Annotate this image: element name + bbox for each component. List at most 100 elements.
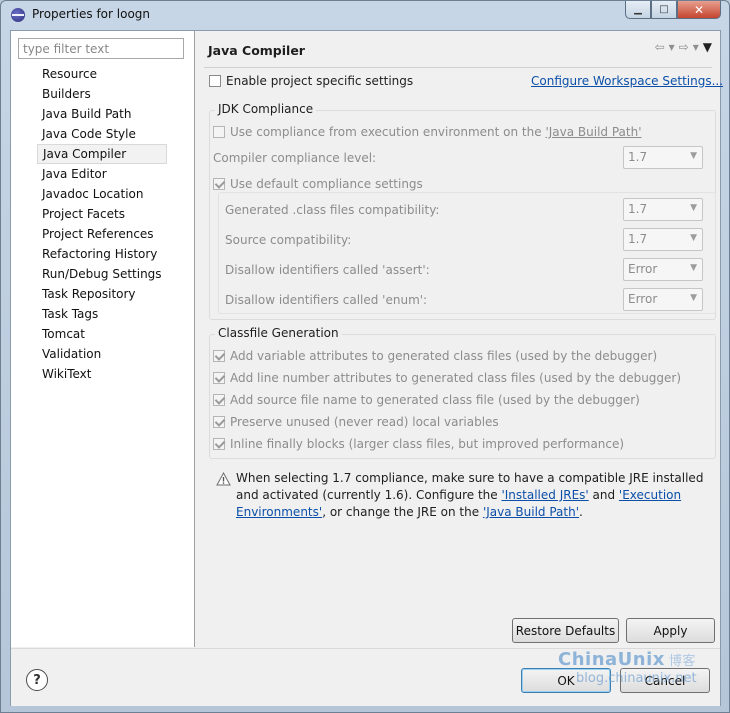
generated-compat-select[interactable]: 1.7 ▼ bbox=[623, 198, 703, 221]
configure-workspace-link[interactable]: Configure Workspace Settings... bbox=[531, 74, 723, 88]
source-compat-value: 1.7 bbox=[628, 232, 648, 246]
window-controls: ▁ □ ✕ bbox=[625, 1, 721, 19]
use-compliance-row[interactable]: Use compliance from execution environmen… bbox=[213, 125, 642, 139]
close-button[interactable]: ✕ bbox=[677, 1, 721, 19]
java-build-path-link[interactable]: 'Java Build Path' bbox=[483, 505, 579, 519]
enable-specific-label: Enable project specific settings bbox=[226, 74, 414, 88]
assert-value: Error bbox=[628, 262, 658, 276]
nav-item-refactoring-history[interactable]: Refactoring History bbox=[37, 244, 167, 264]
variable-attributes-checkbox[interactable] bbox=[213, 350, 225, 362]
generated-compat-value: 1.7 bbox=[628, 202, 648, 216]
nav-item-wikitext[interactable]: WikiText bbox=[37, 364, 167, 384]
close-icon: ✕ bbox=[693, 2, 705, 17]
forward-dropdown-icon[interactable]: ▾ bbox=[693, 40, 699, 54]
nav-item-java-build-path[interactable]: Java Build Path bbox=[37, 104, 167, 124]
nav-item-validation[interactable]: Validation bbox=[37, 344, 167, 364]
use-compliance-label: Use compliance from execution environmen… bbox=[230, 125, 546, 139]
apply-button[interactable]: Apply bbox=[626, 618, 715, 643]
chevron-down-icon: ▼ bbox=[690, 263, 697, 273]
nav-item-task-tags[interactable]: Task Tags bbox=[37, 304, 167, 324]
variable-attributes-label: Add variable attributes to generated cla… bbox=[230, 349, 658, 363]
maximize-icon: □ bbox=[659, 4, 669, 15]
minimize-button[interactable]: ▁ bbox=[625, 1, 651, 19]
nav-item-builders[interactable]: Builders bbox=[37, 84, 167, 104]
classfile-option-variable[interactable]: Add variable attributes to generated cla… bbox=[213, 349, 657, 363]
warning-text-4: . bbox=[579, 505, 583, 519]
enable-specific-checkbox[interactable] bbox=[209, 75, 221, 87]
cancel-button[interactable]: Cancel bbox=[620, 668, 710, 693]
nav-item-java-code-style[interactable]: Java Code Style bbox=[37, 124, 167, 144]
nav-item-java-editor[interactable]: Java Editor bbox=[37, 164, 167, 184]
maximize-button[interactable]: □ bbox=[651, 1, 677, 19]
compliance-level-select[interactable]: 1.7 ▼ bbox=[623, 146, 703, 169]
preserve-unused-checkbox[interactable] bbox=[213, 416, 225, 428]
dialog-client: Resource Builders Java Build Path Java C… bbox=[10, 30, 723, 706]
classfile-option-source-file[interactable]: Add source file name to generated class … bbox=[213, 393, 640, 407]
jdk-compliance-label: JDK Compliance bbox=[215, 102, 317, 116]
properties-dialog: Properties for loogn ▁ □ ✕ Resource Buil… bbox=[0, 0, 730, 713]
back-dropdown-icon[interactable]: ▾ bbox=[669, 40, 675, 54]
warning-text-3: , or change the JRE on the bbox=[322, 505, 483, 519]
assert-label: Disallow identifiers called 'assert': bbox=[225, 263, 430, 277]
nav-item-java-compiler[interactable]: Java Compiler bbox=[37, 144, 167, 164]
title-bar[interactable]: Properties for loogn ▁ □ ✕ bbox=[1, 1, 729, 29]
chevron-down-icon: ▼ bbox=[690, 233, 697, 243]
filter-input[interactable] bbox=[18, 38, 184, 59]
nav-item-task-repository[interactable]: Task Repository bbox=[37, 284, 167, 304]
use-default-row[interactable]: Use default compliance settings bbox=[213, 177, 423, 191]
preserve-unused-label: Preserve unused (never read) local varia… bbox=[230, 415, 499, 429]
enable-specific-row[interactable]: Enable project specific settings bbox=[209, 74, 413, 88]
nav-item-resource[interactable]: Resource bbox=[37, 64, 167, 84]
button-bar: ? OK Cancel bbox=[11, 648, 720, 706]
source-compat-label: Source compatibility: bbox=[225, 233, 352, 247]
compliance-warning: When selecting 1.7 compliance, make sure… bbox=[236, 470, 716, 521]
forward-arrow-icon[interactable]: ⇨ bbox=[679, 40, 689, 54]
nav-item-javadoc-location[interactable]: Javadoc Location bbox=[37, 184, 167, 204]
line-number-label: Add line number attributes to generated … bbox=[230, 371, 682, 385]
inline-finally-checkbox[interactable] bbox=[213, 438, 225, 450]
source-compat-select[interactable]: 1.7 ▼ bbox=[623, 228, 703, 251]
ok-button[interactable]: OK bbox=[521, 668, 611, 693]
restore-defaults-button[interactable]: Restore Defaults bbox=[512, 618, 619, 643]
source-file-label: Add source file name to generated class … bbox=[230, 393, 640, 407]
window-title: Properties for loogn bbox=[32, 7, 151, 21]
back-arrow-icon[interactable]: ⇦ bbox=[655, 40, 665, 54]
nav-item-run-debug-settings[interactable]: Run/Debug Settings bbox=[37, 264, 167, 284]
enum-value: Error bbox=[628, 292, 658, 306]
page-tree: Resource Builders Java Build Path Java C… bbox=[37, 64, 167, 384]
use-compliance-checkbox[interactable] bbox=[213, 126, 225, 138]
nav-item-project-facets[interactable]: Project Facets bbox=[37, 204, 167, 224]
warning-text-2: and bbox=[588, 488, 619, 502]
eclipse-icon bbox=[11, 8, 25, 22]
installed-jres-link[interactable]: 'Installed JREs' bbox=[501, 488, 588, 502]
settings-pane: Java Compiler ⇦ ▾ ⇨ ▾ ▼ Enable project s… bbox=[196, 31, 723, 647]
configure-workspace-label[interactable]: Configure Workspace Settings... bbox=[531, 74, 723, 88]
help-icon[interactable]: ? bbox=[26, 669, 48, 691]
title-separator bbox=[204, 67, 712, 68]
chevron-down-icon: ▼ bbox=[690, 293, 697, 303]
source-file-checkbox[interactable] bbox=[213, 394, 225, 406]
use-default-label: Use default compliance settings bbox=[230, 177, 423, 191]
nav-item-tomcat[interactable]: Tomcat bbox=[37, 324, 167, 344]
compliance-level-value: 1.7 bbox=[628, 150, 648, 164]
inline-finally-label: Inline finally blocks (larger class file… bbox=[230, 437, 625, 451]
nav-item-project-references[interactable]: Project References bbox=[37, 224, 167, 244]
classfile-option-preserve[interactable]: Preserve unused (never read) local varia… bbox=[213, 415, 499, 429]
chevron-down-icon: ▼ bbox=[690, 203, 697, 213]
view-menu-icon[interactable]: ▼ bbox=[703, 40, 712, 54]
generated-compat-label: Generated .class files compatibility: bbox=[225, 203, 440, 217]
classfile-option-line-number[interactable]: Add line number attributes to generated … bbox=[213, 371, 681, 385]
enum-label: Disallow identifiers called 'enum': bbox=[225, 293, 428, 307]
use-default-checkbox[interactable] bbox=[213, 178, 225, 190]
enum-select[interactable]: Error ▼ bbox=[623, 288, 703, 311]
assert-select[interactable]: Error ▼ bbox=[623, 258, 703, 281]
line-number-checkbox[interactable] bbox=[213, 372, 225, 384]
navigation-pane: Resource Builders Java Build Path Java C… bbox=[11, 31, 195, 647]
java-build-path-link[interactable]: 'Java Build Path' bbox=[545, 125, 641, 139]
history-nav: ⇦ ▾ ⇨ ▾ ▼ bbox=[655, 40, 712, 54]
warning-icon bbox=[216, 472, 231, 486]
classfile-option-inline[interactable]: Inline finally blocks (larger class file… bbox=[213, 437, 624, 451]
compliance-level-label: Compiler compliance level: bbox=[213, 151, 377, 165]
classfile-generation-label: Classfile Generation bbox=[215, 326, 342, 340]
minimize-icon: ▁ bbox=[634, 4, 642, 15]
